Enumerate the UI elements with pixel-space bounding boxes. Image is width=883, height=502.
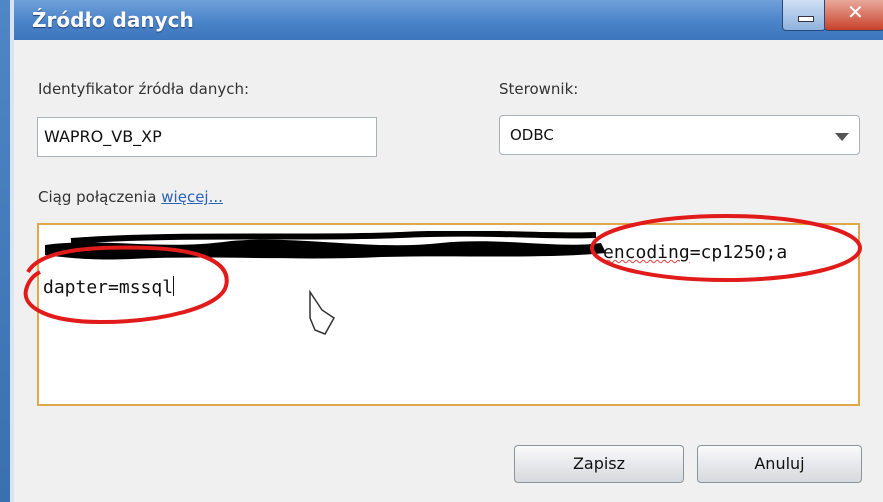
annotation-circle-adapter: [23, 245, 229, 325]
data-source-dialog: Źródło danych ✕ Identyfikator źródła dan…: [0, 0, 883, 502]
cursor-arrow-icon: [309, 289, 335, 335]
annotation-overlay: [23, 214, 862, 335]
annotation-circle-encoding: [590, 214, 862, 282]
